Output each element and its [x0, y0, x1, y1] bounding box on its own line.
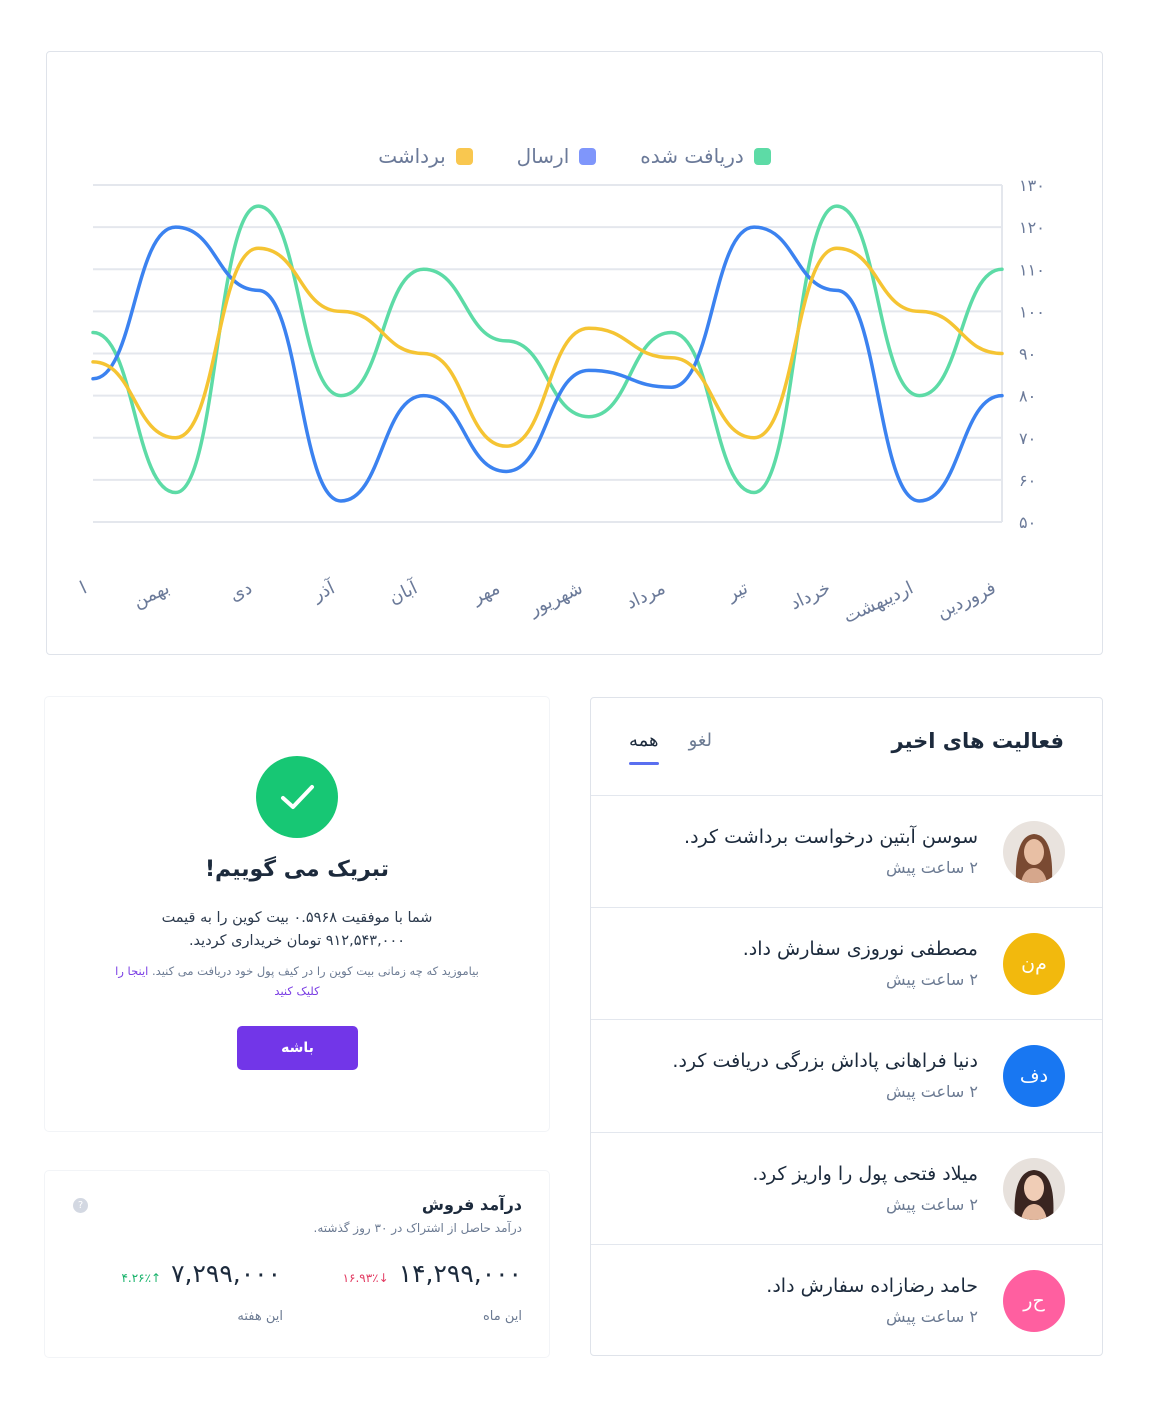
activity-item[interactable]: ح‌ر حامد رضازاده سفارش داد. ۲ ساعت پیش — [591, 1245, 1102, 1357]
y-tick-label: ۱۱۰ — [1019, 260, 1045, 279]
x-tick-label: آذر — [308, 575, 339, 606]
x-tick-label: دی — [226, 577, 255, 605]
tab-all[interactable]: همه — [629, 730, 659, 765]
revenue-week-value: ۷,۲۹۹,۰۰۰ — [171, 1259, 281, 1288]
success-note-text: بیاموزید که چه زمانی بیت کوین را در کیف … — [152, 964, 479, 978]
revenue-month-value: ۱۴,۲۹۹,۰۰۰ — [398, 1259, 522, 1288]
activity-item[interactable]: دف دنیا فراهانی پاداش بزرگی دریافت کرد. … — [591, 1020, 1102, 1133]
chart-grid — [93, 184, 1003, 523]
success-message-line1: شما با موفقیت ۰.۵۹۶۸ بیت کوین را به قیمت — [161, 910, 433, 926]
activity-tabs: همه لغو — [629, 730, 712, 765]
activity-text: مصطفی نوروزی سفارش داد. — [742, 938, 978, 961]
revenue-week-change: ↑۴.۲۶٪ — [121, 1271, 162, 1285]
y-tick-label: ۷۰ — [1019, 429, 1036, 448]
activity-text: دنیا فراهانی پاداش بزرگی دریافت کرد. — [672, 1050, 978, 1073]
y-tick-label: ۹۰ — [1019, 345, 1036, 364]
revenue-week: ۷,۲۹۹,۰۰۰ ↑۴.۲۶٪ — [121, 1259, 281, 1288]
ok-button[interactable]: باشه — [237, 1026, 358, 1070]
help-icon[interactable]: ? — [73, 1198, 88, 1213]
revenue-week-label: این هفته — [237, 1309, 283, 1324]
x-tick-label: بهمن — [130, 577, 173, 612]
success-note: بیاموزید که چه زمانی بیت کوین را در کیف … — [105, 961, 489, 1001]
activity-item[interactable]: میلاد فتحی پول را واریز کرد. ۲ ساعت پیش — [591, 1133, 1102, 1245]
avatar-initials: ح‌ر — [1003, 1269, 1065, 1332]
activity-list: سوسن آبتین درخواست برداشت کرد. ۲ ساعت پی… — [591, 796, 1102, 1357]
revenue-subtitle: درآمد حاصل از اشتراک در ۳۰ روز گذشته. — [313, 1221, 522, 1235]
y-tick-label: ۱۰۰ — [1019, 302, 1045, 321]
recent-activity-card: فعالیت های اخیر همه لغو سوسن آبتین درخوا… — [590, 697, 1103, 1356]
line-chart: ۵۰ ۶۰ ۷۰ ۸۰ ۹۰ ۱۰۰ ۱۱۰ ۱۲۰ ۱۳۰ فروردین اردیبهشتخر… — [77, 176, 1045, 628]
activity-header: فعالیت های اخیر همه لغو — [591, 698, 1102, 796]
avatar-initials: دف — [1003, 1045, 1065, 1108]
revenue-month-label: این ماه — [483, 1309, 522, 1324]
x-tick-label: اردیبهشت — [840, 577, 916, 627]
success-message-line2: ۹۱۲,۵۴۳,۰۰۰ تومان خریداری کردید. — [188, 933, 406, 949]
x-tick-label: مهر — [468, 577, 503, 608]
check-circle-icon — [256, 756, 338, 838]
x-tick-label: خرداد — [787, 577, 834, 614]
activity-time: ۲ ساعت پیش — [886, 1194, 978, 1214]
x-tick-label: مرداد — [623, 577, 669, 613]
x-axis-ticks: فروردین اردیبهشتخرداد تیر مرداد شهریور مهر آبا… — [77, 575, 999, 628]
checkmark-icon — [281, 785, 314, 809]
activity-text: حامد رضازاده سفارش داد. — [766, 1274, 978, 1297]
activity-time: ۲ ساعت پیش — [886, 1082, 978, 1102]
y-tick-label: ۵۰ — [1019, 513, 1036, 532]
y-tick-label: ۱۲۰ — [1019, 218, 1045, 237]
revenue-month: ۱۴,۲۹۹,۰۰۰ ↓۱۶.۹۳٪ — [343, 1259, 522, 1288]
revenue-card: درآمد فروش درآمد حاصل از اشتراک در ۳۰ رو… — [45, 1171, 549, 1357]
success-title: تبریک می گوییم! — [204, 857, 390, 882]
tab-cancelled[interactable]: لغو — [689, 730, 712, 765]
avatar-photo-icon — [1003, 821, 1065, 883]
y-tick-label: ۸۰ — [1019, 387, 1036, 406]
activity-title: فعالیت های اخیر — [891, 729, 1064, 753]
success-card: تبریک می گوییم! شما با موفقیت ۰.۵۹۶۸ بیت… — [45, 697, 549, 1131]
activity-item[interactable]: سوسن آبتین درخواست برداشت کرد. ۲ ساعت پی… — [591, 796, 1102, 909]
y-axis-ticks: ۵۰ ۶۰ ۷۰ ۸۰ ۹۰ ۱۰۰ ۱۱۰ ۱۲۰ ۱۳۰ — [1019, 176, 1045, 532]
avatar — [1003, 1157, 1065, 1220]
x-tick-label: ا — [77, 577, 90, 598]
avatar-photo-icon — [1003, 1157, 1065, 1220]
chart-card: دریافت شده ارسال برداشت ۵۰ ۶۰ ۷۰ ۸۰ ۹۰ ۱۰۰ ۱۱۰… — [46, 51, 1103, 655]
activity-text: سوسن آبتین درخواست برداشت کرد. — [684, 826, 978, 848]
avatar — [1003, 821, 1065, 883]
activity-time: ۲ ساعت پیش — [886, 1306, 978, 1326]
revenue-month-change: ↓۱۶.۹۳٪ — [342, 1271, 389, 1285]
activity-text: میلاد فتحی پول را واریز کرد. — [752, 1162, 978, 1185]
y-tick-label: ۱۳۰ — [1019, 176, 1045, 195]
series-line — [91, 204, 1004, 495]
success-message: شما با موفقیت ۰.۵۹۶۸ بیت کوین را به قیمت… — [115, 907, 479, 953]
activity-item[interactable]: م‌ن مصطفی نوروزی سفارش داد. ۲ ساعت پیش — [591, 908, 1102, 1021]
y-tick-label: ۶۰ — [1019, 471, 1036, 490]
activity-time: ۲ ساعت پیش — [886, 858, 978, 877]
x-tick-label: آبان — [385, 575, 422, 608]
x-tick-label: تیر — [723, 577, 751, 605]
x-tick-label: فروردین — [933, 577, 999, 623]
activity-time: ۲ ساعت پیش — [886, 970, 978, 990]
x-tick-label: شهریور — [525, 577, 586, 620]
avatar-initials: م‌ن — [1003, 933, 1065, 996]
revenue-title: درآمد فروش — [421, 1195, 522, 1214]
